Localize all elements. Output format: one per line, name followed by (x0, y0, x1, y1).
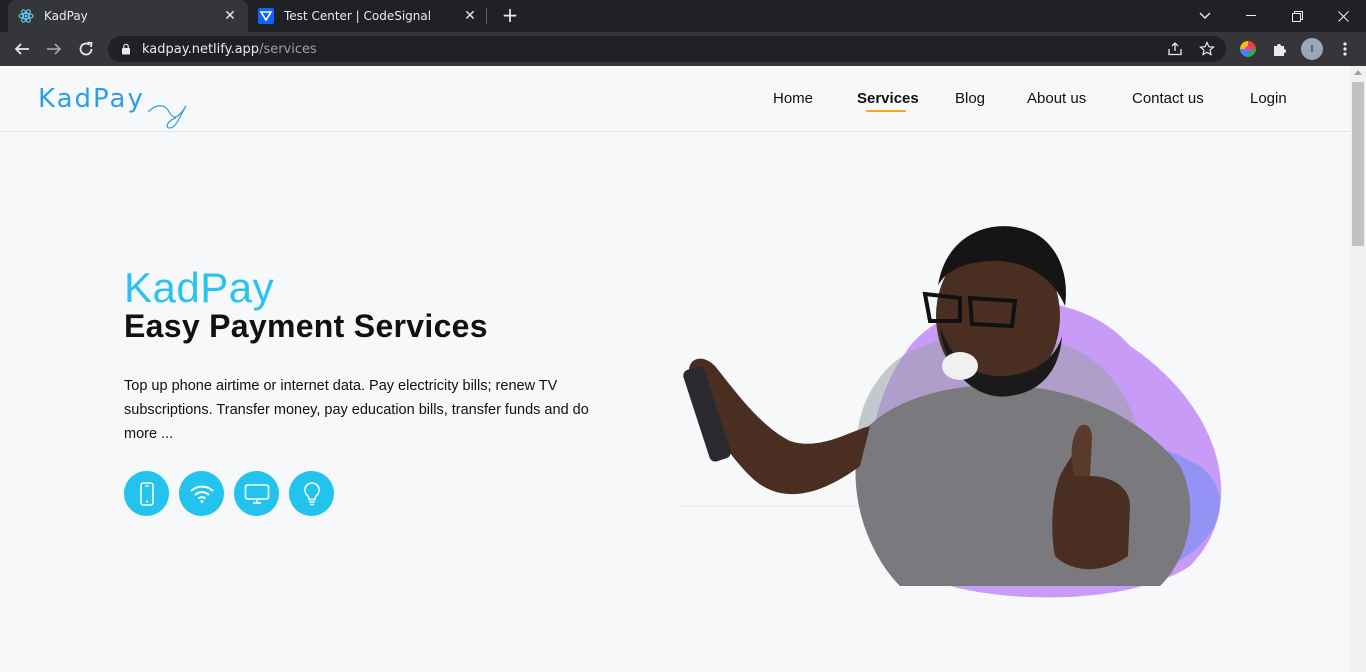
tab-search-icon[interactable] (1182, 0, 1228, 32)
hero-title: KadPay (124, 264, 275, 311)
page-viewport: KadPay Home Services Blog About us Conta… (0, 66, 1350, 672)
nav-active-indicator (866, 110, 906, 112)
extensions-puzzle-icon[interactable] (1269, 38, 1291, 60)
nav-contact-us[interactable]: Contact us (1132, 90, 1204, 110)
nav-blog[interactable]: Blog (955, 90, 985, 110)
electricity-service-button[interactable] (289, 471, 334, 516)
back-button[interactable] (10, 37, 34, 61)
reload-button[interactable] (74, 37, 98, 61)
lightbulb-icon (303, 481, 320, 505)
share-icon[interactable] (1166, 41, 1184, 57)
tab-kadpay[interactable]: KadPay ✕ (8, 0, 248, 32)
new-tab-button[interactable]: + (498, 4, 522, 28)
hero-illustration (680, 226, 1222, 598)
lock-icon (122, 43, 130, 55)
tab-title: KadPay (44, 9, 88, 23)
react-icon (18, 8, 34, 24)
color-extension-icon[interactable] (1237, 38, 1259, 60)
scrollbar-thumb[interactable] (1352, 82, 1364, 246)
site-header: KadPay Home Services Blog About us Conta… (0, 66, 1350, 132)
codesignal-icon (258, 8, 274, 24)
scroll-up-icon[interactable] (1354, 70, 1362, 75)
close-window-button[interactable] (1320, 0, 1366, 32)
service-icons (124, 471, 334, 516)
minimize-button[interactable] (1228, 0, 1274, 32)
url-host: kadpay.netlify.app (142, 41, 260, 57)
mobile-phone-icon (139, 481, 154, 506)
forward-button[interactable] (42, 37, 66, 61)
logo-text: KadPay (38, 84, 145, 114)
browser-tab-bar: KadPay ✕ Test Center | CodeSignal ✕ + (0, 0, 1366, 32)
airtime-service-button[interactable] (124, 471, 169, 516)
close-tab-icon[interactable]: ✕ (462, 8, 478, 24)
bookmark-star-icon[interactable] (1198, 41, 1216, 57)
nav-home[interactable]: Home (773, 90, 813, 110)
tv-icon (244, 483, 269, 504)
profile-avatar[interactable]: I (1301, 38, 1323, 60)
logo-swash-icon (147, 105, 187, 129)
more-menu-icon[interactable] (1334, 38, 1356, 60)
nav-about-us[interactable]: About us (1027, 90, 1086, 110)
url-path: /services (259, 41, 317, 57)
hero-description: Top up phone airtime or internet data. P… (124, 378, 589, 442)
nav-services[interactable]: Services (857, 90, 919, 110)
page-scrollbar[interactable] (1350, 66, 1366, 672)
logo[interactable]: KadPay (38, 84, 198, 134)
close-tab-icon[interactable]: ✕ (222, 8, 238, 24)
browser-toolbar: kadpay.netlify.app/services I (0, 32, 1366, 66)
hero-subtitle: Easy Payment Services (124, 308, 488, 344)
tv-subscription-service-button[interactable] (234, 471, 279, 516)
wifi-icon (189, 485, 214, 503)
address-bar[interactable]: kadpay.netlify.app/services (108, 36, 1226, 62)
restore-button[interactable] (1274, 0, 1320, 32)
tab-title: Test Center | CodeSignal (284, 9, 432, 23)
nav-login[interactable]: Login (1250, 90, 1287, 110)
tab-separator (486, 8, 487, 24)
internet-data-service-button[interactable] (179, 471, 224, 516)
tab-codesignal[interactable]: Test Center | CodeSignal ✕ (248, 0, 488, 32)
